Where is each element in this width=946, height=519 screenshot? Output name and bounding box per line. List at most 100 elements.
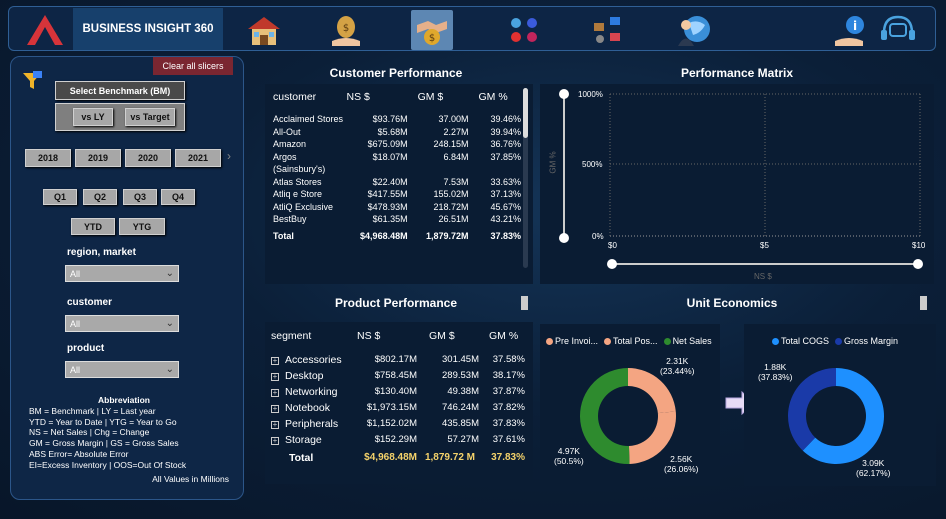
value-cell: 37.61%	[492, 434, 525, 445]
expand-icon[interactable]: +	[271, 405, 279, 413]
value-cell: 301.45M	[442, 354, 479, 365]
y-slider-handle-bottom[interactable]	[559, 233, 569, 243]
product-performance-table: segment NS $ GM $ GM % + Accessories $802.…	[271, 328, 529, 466]
quarter-q4-button[interactable]: Q4	[161, 189, 195, 205]
year-2020-button[interactable]: 2020	[125, 149, 171, 167]
abbreviation-title: Abbreviation	[98, 395, 150, 405]
year-2021-button[interactable]: 2021	[175, 149, 221, 167]
donut-slice[interactable]	[580, 368, 630, 464]
expand-icon[interactable]: +	[271, 389, 279, 397]
value-cell: 39.46%	[490, 114, 521, 124]
marketing-icon[interactable]: $	[411, 10, 453, 50]
unit-economics-title: Unit Economics	[686, 296, 778, 310]
segment-name: Networking	[285, 386, 338, 398]
focus-mode-icon[interactable]	[521, 296, 528, 310]
focus-mode-icon[interactable]	[920, 296, 927, 310]
value-cell: $802.17M	[374, 354, 417, 365]
column-header[interactable]: GM $	[412, 88, 473, 113]
value-cell: $5.68M	[377, 126, 408, 137]
year-2019-button[interactable]: 2019	[75, 149, 121, 167]
table-row[interactable]: + Networking $130.40M 49.38M 37.87%	[271, 384, 529, 400]
info-icon[interactable]: i	[829, 10, 871, 50]
column-header[interactable]: GM %	[483, 328, 529, 352]
column-header[interactable]: NS $	[357, 328, 421, 352]
customer-performance-table-panel: customer NS $ GM $ GM % Acclaimed Stores…	[265, 84, 533, 284]
column-header[interactable]: segment	[271, 328, 357, 352]
scrollbar-thumb[interactable]	[523, 88, 528, 138]
support-icon[interactable]	[875, 10, 917, 50]
segment-name: Accessories	[285, 354, 342, 366]
value-cell: 37.82%	[492, 402, 525, 413]
quarter-q1-button[interactable]: Q1	[43, 189, 77, 205]
performance-matrix-chart	[559, 89, 923, 269]
x-slider-handle-right[interactable]	[913, 259, 923, 269]
product-dropdown[interactable]: All ⌄	[65, 361, 179, 378]
customer-performance-table: customer NS $ GM $ GM % Acclaimed Stores…	[273, 88, 525, 242]
table-row[interactable]: + Peripherals $1,152.02M 435.85M 37.83%	[271, 416, 529, 432]
customer-name-cell: Atliq e Store	[273, 189, 323, 199]
table-scrollbar[interactable]	[523, 88, 528, 268]
value-cell: 218.72M	[433, 201, 469, 212]
value-cell: 43.21%	[490, 214, 521, 224]
value-cell: 7.53M	[443, 176, 469, 187]
table-row[interactable]: Amazon $675.09M 248.15M 36.76%	[273, 138, 525, 151]
segment-cell: + Networking	[271, 384, 357, 400]
quarter-q2-button[interactable]: Q2	[83, 189, 117, 205]
region-market-dropdown[interactable]: All ⌄	[65, 265, 179, 282]
table-row[interactable]: + Storage $152.29M 57.27M 37.61%	[271, 432, 529, 448]
expand-icon[interactable]: +	[271, 421, 279, 429]
expand-icon[interactable]: +	[271, 437, 279, 445]
clear-all-slicers-button[interactable]: Clear all slicers	[153, 57, 233, 75]
benchmark-vs-ly-button[interactable]: vs LY	[73, 108, 113, 126]
globe-user-icon[interactable]	[673, 10, 715, 50]
chevron-right-icon[interactable]: ›	[227, 149, 231, 163]
expand-icon[interactable]: +	[271, 357, 279, 365]
customer-dropdown[interactable]: All ⌄	[65, 315, 179, 332]
year-2018-button[interactable]: 2018	[25, 149, 71, 167]
abbr-line: YTD = Year to Date | YTG = Year to Go	[29, 416, 177, 427]
table-row[interactable]: Atlas Stores $22.40M 7.53M 33.63%	[273, 176, 525, 189]
table-row[interactable]: BestBuy $61.35M 26.51M 43.21%	[273, 213, 525, 226]
x-slider-handle-left[interactable]	[607, 259, 617, 269]
quarter-q3-button[interactable]: Q3	[123, 189, 157, 205]
table-row[interactable]: + Desktop $758.45M 289.53M 38.17%	[271, 368, 529, 384]
value-cell: 26.51M	[438, 214, 469, 224]
table-row[interactable]: All-Out $5.68M 2.27M 39.94%	[273, 126, 525, 139]
segment-cell: + Storage	[271, 432, 357, 448]
column-header[interactable]: GM %	[472, 88, 525, 113]
supply-chain-icon[interactable]	[503, 10, 545, 50]
slicer-clear-icon[interactable]	[21, 69, 43, 96]
column-header[interactable]: customer	[273, 88, 347, 113]
column-header[interactable]: NS $	[347, 88, 412, 113]
x-axis-label: NS $	[754, 272, 772, 281]
table-row[interactable]: Atliq e Store $417.55M 155.02M 37.13%	[273, 188, 525, 201]
finance-icon[interactable]	[243, 10, 285, 50]
y-slider-handle-top[interactable]	[559, 89, 569, 99]
table-row[interactable]: + Notebook $1,973.15M 746.24M 37.82%	[271, 400, 529, 416]
performance-matrix-title: Performance Matrix	[680, 66, 794, 80]
segment-name: Storage	[285, 434, 322, 446]
value-cell: 37.85%	[490, 151, 521, 162]
app-logo-icon	[23, 13, 67, 47]
gross-margin-donut-chart	[788, 368, 884, 464]
donut-slice[interactable]	[788, 368, 836, 451]
total-row: Total $4,968.48M 1,879.72 M 37.83%	[271, 448, 529, 466]
data-label: 1.88K (37.83%)	[758, 362, 793, 382]
period-ytg-button[interactable]: YTG	[119, 218, 165, 235]
period-ytd-button[interactable]: YTD	[71, 218, 115, 235]
benchmark-vs-target-button[interactable]: vs Target	[125, 108, 175, 126]
segment-cell: + Notebook	[271, 400, 357, 416]
table-row[interactable]: + Accessories $802.17M 301.45M 37.58%	[271, 352, 529, 368]
data-label: 3.09K (62.17%)	[856, 458, 891, 478]
total-cell: 37.83%	[490, 230, 521, 241]
table-row[interactable]: Acclaimed Stores $93.76M 37.00M 39.46%	[273, 113, 525, 126]
product-filter-label: product	[67, 343, 105, 354]
abbr-line: NS = Net Sales | Chg = Change	[29, 427, 150, 438]
table-row[interactable]: Argos (Sainsbury's) $18.07M 6.84M 37.85%	[273, 151, 525, 176]
sales-icon[interactable]: $	[325, 10, 367, 50]
expand-icon[interactable]: +	[271, 373, 279, 381]
executive-icon[interactable]	[587, 10, 629, 50]
table-row[interactable]: AtliQ Exclusive $478.93M 218.72M 45.67%	[273, 201, 525, 214]
net-sales-donut-panel: Pre Invoi... Total Pos... Net Sales 2.31K(…	[540, 324, 720, 486]
column-header[interactable]: GM $	[421, 328, 483, 352]
